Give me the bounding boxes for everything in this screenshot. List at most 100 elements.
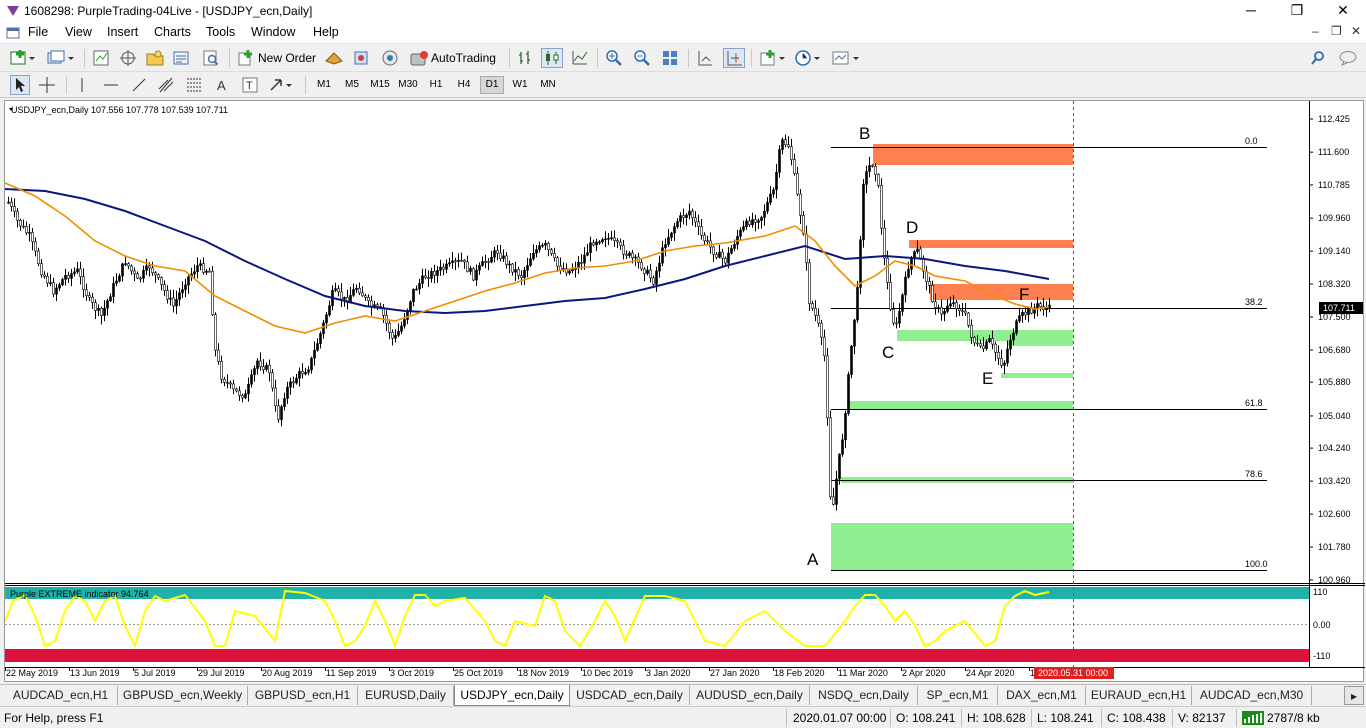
fibonacci-icon	[187, 78, 201, 92]
candle-body	[79, 268, 82, 277]
tab-sp-m1[interactable]: SP_ecn,M1	[918, 686, 998, 705]
timeframe-m1[interactable]: M1	[312, 76, 336, 94]
candle-body	[49, 282, 52, 284]
terminal-button[interactable]	[172, 48, 190, 68]
crosshair-navigator-button[interactable]	[119, 48, 137, 68]
crosshair-button[interactable]	[38, 75, 56, 95]
candle-body	[538, 245, 541, 250]
candle-body	[292, 381, 295, 384]
zoom-in-button[interactable]	[605, 48, 623, 68]
minimize-button[interactable]: ─	[1228, 0, 1274, 22]
timeframe-m15[interactable]: M15	[368, 76, 392, 94]
toolbar-separator	[688, 49, 689, 67]
maximize-button[interactable]: ❐	[1274, 0, 1320, 22]
menu-file[interactable]: File	[28, 25, 48, 39]
line-chart-button[interactable]	[571, 48, 589, 68]
periods-button[interactable]	[795, 48, 823, 68]
date-tick-label: 18 Feb 2020	[774, 668, 825, 678]
mdi-close-button[interactable]: ✕	[1351, 24, 1361, 38]
arrows-button[interactable]	[268, 75, 296, 95]
new-order-label: New Order	[258, 51, 317, 65]
timeframe-m30[interactable]: M30	[396, 76, 420, 94]
zoom-out-icon	[634, 50, 650, 66]
cursor-button[interactable]	[10, 75, 30, 95]
horizontal-line-button[interactable]	[102, 75, 120, 95]
arrow-icon	[270, 79, 292, 91]
candle-body	[376, 304, 379, 307]
trendline-button[interactable]	[130, 75, 148, 95]
signals-button[interactable]	[352, 48, 372, 68]
menu-window[interactable]: Window	[251, 25, 295, 39]
mdi-restore-button[interactable]: ❐	[1331, 24, 1342, 38]
candle-body	[988, 338, 991, 342]
menu-insert[interactable]: Insert	[107, 25, 138, 39]
channel-button[interactable]	[157, 75, 175, 95]
menu-charts[interactable]: Charts	[154, 25, 191, 39]
window-title: 1608298: PurpleTrading-04Live - [USDJPY_…	[24, 4, 313, 18]
new-order-button[interactable]: New Order	[237, 48, 316, 68]
tab-usdjpy-daily[interactable]: USDJPY_ecn,Daily	[454, 685, 570, 706]
chat-button[interactable]	[1338, 48, 1358, 68]
tab-gbpusd-weekly[interactable]: GBPUSD_ecn,Weekly	[118, 686, 248, 705]
tab-audusd-daily[interactable]: AUDUSD_ecn,Daily	[690, 686, 810, 705]
candle-body	[700, 226, 703, 236]
text-button[interactable]: A	[214, 75, 230, 95]
mdi-minimize-button[interactable]: –	[1312, 24, 1319, 38]
candle-body	[487, 261, 490, 263]
vertical-line-button[interactable]	[75, 75, 89, 95]
timeframe-h4[interactable]: H4	[452, 76, 476, 94]
text-label-button[interactable]: T	[241, 75, 259, 95]
timeframe-m5[interactable]: M5	[340, 76, 364, 94]
tab-audcad-h1[interactable]: AUDCAD_ecn,H1	[4, 686, 118, 705]
tab-audcad-m30[interactable]: AUDCAD_ecn,M30	[1192, 686, 1312, 705]
menu-view[interactable]: View	[65, 25, 92, 39]
trendline-icon	[132, 78, 146, 92]
autotrading-button[interactable]: AutoTrading	[408, 48, 496, 68]
zoom-out-button[interactable]	[633, 48, 651, 68]
tile-windows-button[interactable]	[661, 48, 679, 68]
profiles-button[interactable]	[46, 48, 76, 68]
candle-body	[70, 273, 73, 279]
timeframe-h1[interactable]: H1	[424, 76, 448, 94]
strategy-tester-button[interactable]	[202, 48, 220, 68]
menu-help[interactable]: Help	[313, 25, 339, 39]
chart-window[interactable]: 0.0 38.2 61.8 78.6 100.0 USDJPY_ecn,Daily 10…	[4, 100, 1365, 683]
fib-level-label: 38.2	[1245, 297, 1263, 307]
candle-body	[946, 305, 949, 312]
new-chart-button[interactable]	[10, 48, 36, 68]
market-button[interactable]	[380, 48, 400, 68]
timeframe-mn[interactable]: MN	[536, 76, 560, 94]
tab-scroll-right[interactable]: ▸	[1344, 686, 1364, 705]
tab-usdcad-daily[interactable]: USDCAD_ecn,Daily	[570, 686, 690, 705]
timeframe-w1[interactable]: W1	[508, 76, 532, 94]
tab-euraud-h1[interactable]: EURAUD_ecn,H1	[1086, 686, 1192, 705]
price-chart[interactable]: 0.0 38.2 61.8 78.6 100.0 USDJPY_ecn,Daily 10…	[5, 101, 1365, 683]
price-tick-label: 109.140	[1318, 246, 1351, 256]
timeframe-d1[interactable]: D1	[480, 76, 504, 94]
search-button[interactable]	[1310, 48, 1326, 68]
close-button[interactable]: ✕	[1320, 0, 1366, 22]
candlestick-chart-button[interactable]	[541, 48, 563, 68]
candle-body	[607, 237, 610, 240]
candle-body	[244, 393, 247, 399]
navigator-button[interactable]	[146, 48, 164, 68]
market-watch-button[interactable]	[92, 48, 110, 68]
candle-body	[883, 227, 886, 259]
tab-dax-m1[interactable]: DAX_ecn,M1	[998, 686, 1086, 705]
templates-button[interactable]	[832, 48, 862, 68]
price-tick-label: 109.960	[1318, 213, 1351, 223]
menu-tools[interactable]: Tools	[206, 25, 235, 39]
tab-gbpusd-h1[interactable]: GBPUSD_ecn,H1	[248, 686, 358, 705]
bar-chart-button[interactable]	[516, 48, 534, 68]
indicators-button[interactable]	[760, 48, 788, 68]
auto-scroll-button[interactable]	[696, 48, 714, 68]
chart-shift-button[interactable]	[723, 48, 745, 68]
vertical-line-icon	[81, 78, 83, 92]
candle-body	[145, 265, 148, 271]
fibonacci-button[interactable]	[185, 75, 203, 95]
tab-nsdq-daily[interactable]: NSDQ_ecn,Daily	[810, 686, 918, 705]
candle-body	[706, 240, 709, 243]
expert-button[interactable]	[324, 48, 344, 68]
tab-eurusd-daily[interactable]: EURUSD,Daily	[358, 686, 454, 705]
candle-body	[124, 263, 127, 265]
